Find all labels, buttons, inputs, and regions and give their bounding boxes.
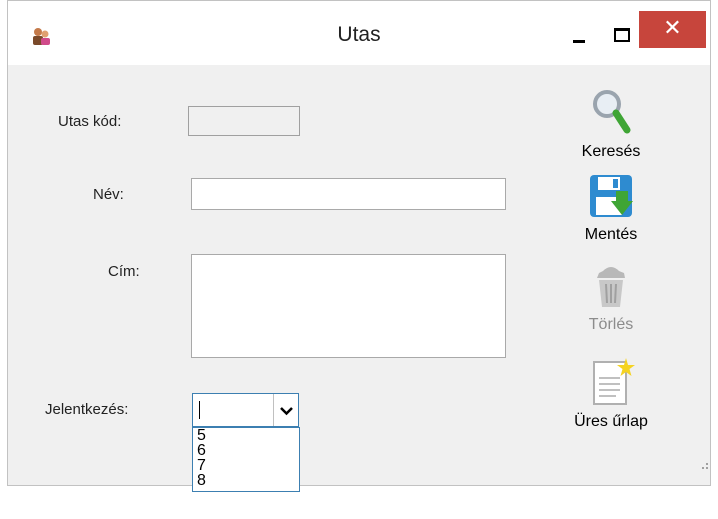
save-button[interactable]: Mentés [561, 173, 661, 244]
save-label: Mentés [584, 226, 638, 243]
new-form-label: Üres űrlap [574, 413, 648, 430]
dropdown-option[interactable]: 5 [193, 428, 299, 444]
dropdown-option[interactable]: 8 [193, 473, 299, 489]
text-caret [199, 401, 200, 419]
dropdown-toggle-button[interactable] [273, 394, 298, 426]
resize-grip-icon[interactable] [698, 459, 710, 471]
minimize-button[interactable] [556, 19, 604, 53]
search-button[interactable]: Keresés [561, 86, 661, 161]
trash-icon [597, 267, 625, 307]
registration-combobox[interactable] [192, 393, 299, 427]
delete-label: Törlés [588, 316, 634, 333]
new-document-icon [593, 358, 635, 405]
new-form-button[interactable]: Üres űrlap [561, 356, 661, 431]
delete-button[interactable]: Törlés [561, 263, 661, 334]
name-label: Név: [93, 186, 124, 203]
registration-label: Jelentkezés: [45, 401, 129, 418]
floppy-save-icon [590, 175, 633, 217]
code-label: Utas kód: [58, 113, 122, 130]
address-label: Cím: [108, 263, 140, 280]
magnifier-icon [593, 90, 631, 134]
search-label: Keresés [581, 143, 641, 160]
dropdown-option[interactable]: 7 [193, 458, 299, 474]
title-bar[interactable]: Utas ✕ [8, 1, 710, 65]
code-field [188, 106, 300, 136]
close-button[interactable]: ✕ [639, 11, 706, 48]
address-field[interactable] [191, 254, 506, 358]
dropdown-option[interactable]: 6 [193, 443, 299, 459]
chevron-down-icon [280, 407, 293, 416]
registration-dropdown-list: 5 6 7 8 [192, 427, 300, 492]
utas-window: Utas ✕ Utas kód: Név: Cím: Jelentkezés: … [7, 0, 711, 492]
maximize-button[interactable] [604, 19, 638, 53]
close-icon: ✕ [663, 15, 682, 40]
name-field[interactable] [191, 178, 506, 210]
